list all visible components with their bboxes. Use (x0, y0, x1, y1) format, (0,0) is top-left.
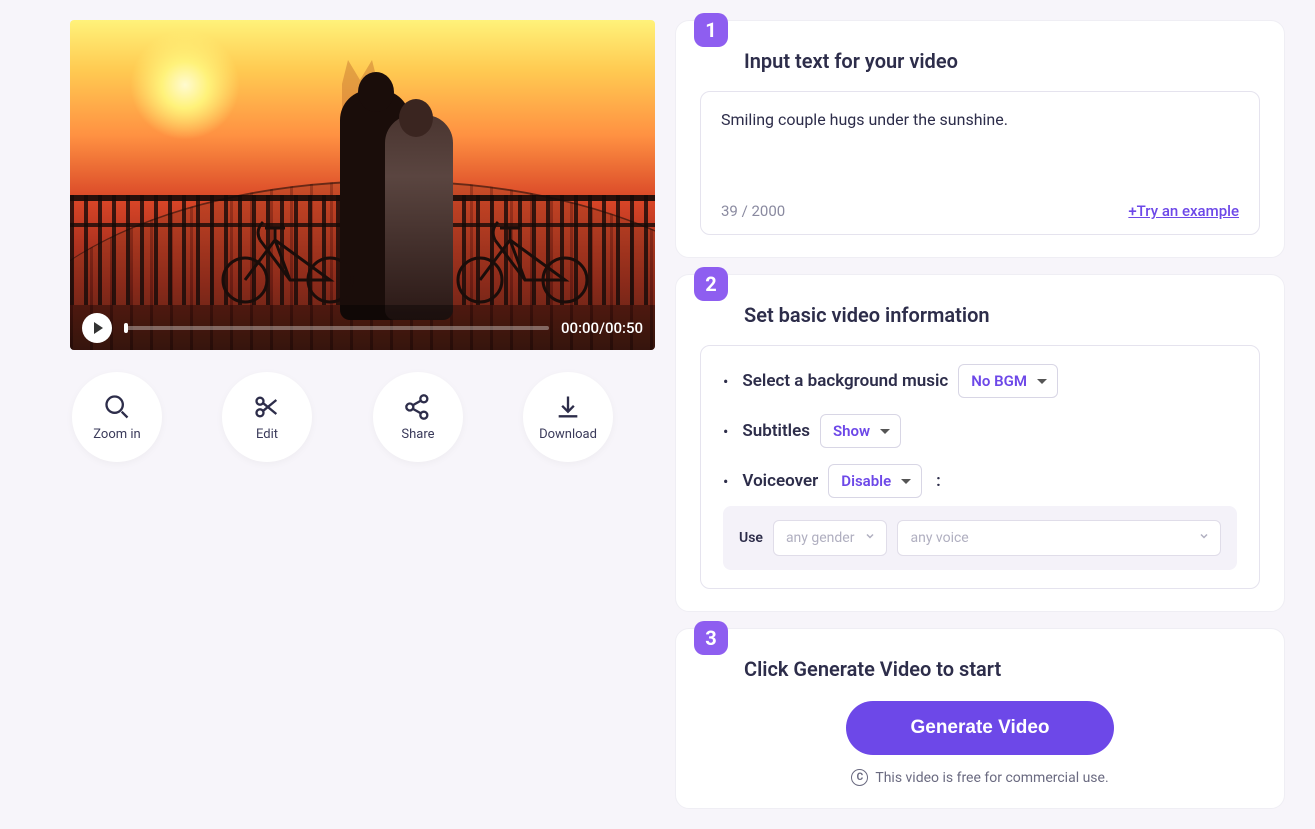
step2-card: 2 Set basic video information • Select a… (675, 274, 1285, 612)
zoom-in-label: Zoom in (93, 427, 140, 442)
try-example-link[interactable]: +Try an example (1128, 202, 1239, 220)
left-panel: 00:00/00:50 Zoom in Edit Share (30, 20, 615, 809)
download-icon (554, 393, 582, 421)
step3-card: 3 Click Generate Video to start Generate… (675, 628, 1285, 809)
use-label: Use (739, 530, 763, 546)
scene-bike (450, 210, 600, 305)
share-button[interactable]: Share (373, 372, 463, 462)
voiceover-label: Voiceover (742, 471, 818, 491)
action-buttons: Zoom in Edit Share Download (70, 372, 615, 462)
chevron-down-icon (1198, 530, 1210, 546)
text-input-box: 39 / 2000 +Try an example (700, 91, 1260, 235)
share-label: Share (401, 427, 434, 442)
scene-sun (130, 30, 240, 140)
download-label: Download (539, 427, 597, 442)
scissors-icon (253, 393, 281, 421)
video-player[interactable]: 00:00/00:50 (70, 20, 655, 350)
step1-badge: 1 (694, 13, 728, 47)
chevron-down-icon (1037, 379, 1047, 384)
progress-handle[interactable] (124, 323, 128, 333)
edit-label: Edit (256, 427, 278, 442)
step2-badge: 2 (694, 267, 728, 301)
voice-select[interactable]: any voice (897, 520, 1221, 556)
copyright-icon: C (851, 769, 868, 786)
voiceover-select[interactable]: Disable (828, 464, 922, 498)
step3-badge: 3 (694, 621, 728, 655)
video-text-input[interactable] (721, 110, 1239, 190)
step1-title: Input text for your video (744, 49, 1260, 73)
settings-box: • Select a background music No BGM • Sub… (700, 345, 1260, 589)
video-time: 00:00/00:50 (561, 319, 643, 337)
zoom-in-icon (103, 393, 131, 421)
video-progress[interactable] (124, 326, 549, 330)
voice-options-box: Use any gender any voice (723, 506, 1237, 570)
download-button[interactable]: Download (523, 372, 613, 462)
play-button[interactable] (82, 313, 112, 343)
right-panel: 1 Input text for your video 39 / 2000 +T… (675, 20, 1285, 809)
chevron-down-icon (864, 530, 876, 546)
bgm-label: Select a background music (742, 371, 948, 391)
commercial-use-note: C This video is free for commercial use. (700, 769, 1260, 786)
video-controls: 00:00/00:50 (70, 305, 655, 350)
char-count: 39 / 2000 (721, 202, 785, 220)
scene-bike (215, 210, 365, 305)
subtitles-select[interactable]: Show (820, 414, 901, 448)
share-icon (404, 393, 432, 421)
step1-card: 1 Input text for your video 39 / 2000 +T… (675, 20, 1285, 258)
edit-button[interactable]: Edit (222, 372, 312, 462)
gender-select[interactable]: any gender (773, 520, 888, 556)
chevron-down-icon (901, 479, 911, 484)
bgm-select[interactable]: No BGM (958, 364, 1058, 398)
generate-video-button[interactable]: Generate Video (846, 701, 1113, 755)
step2-title: Set basic video information (744, 303, 1260, 327)
chevron-down-icon (880, 429, 890, 434)
subtitles-label: Subtitles (742, 421, 810, 441)
step3-title: Click Generate Video to start (744, 657, 1260, 681)
play-icon (94, 322, 103, 334)
zoom-in-button[interactable]: Zoom in (72, 372, 162, 462)
